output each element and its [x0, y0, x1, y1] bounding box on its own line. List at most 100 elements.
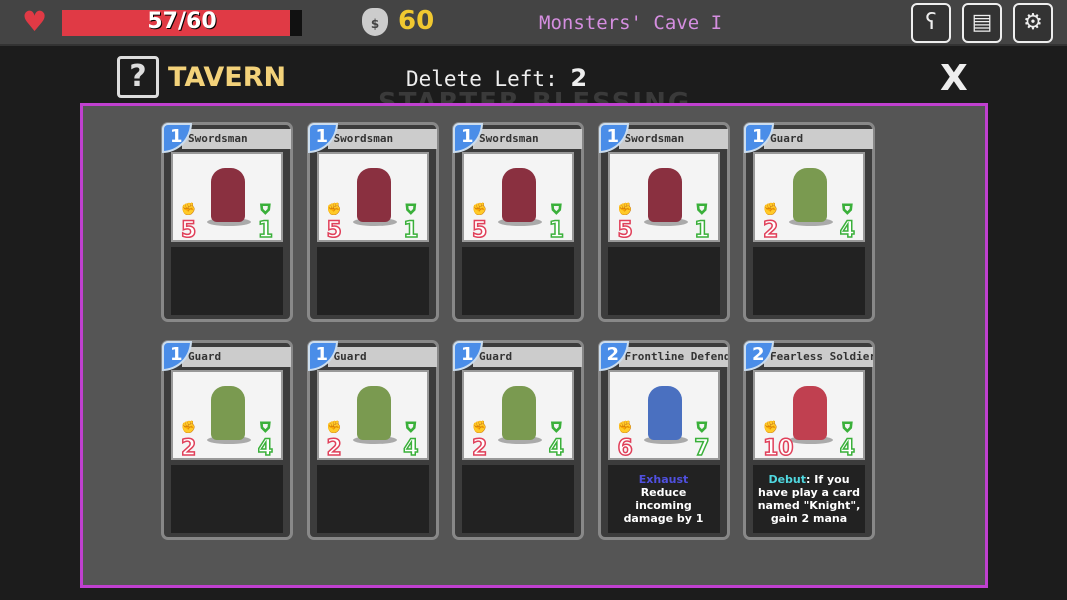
hp-bar: 57/60 — [62, 10, 302, 36]
card[interactable]: Swordsman 1 ✊ 5 ⛉ 1 — [161, 122, 293, 322]
attack-value: 5 — [617, 218, 634, 243]
defense-stat: ⛉ 4 — [548, 416, 565, 461]
card-panel: Swordsman 1 ✊ 5 ⛉ 1 Swordsman 1 ✊ 5 ⛉ 1 Swor… — [80, 103, 988, 588]
character-sprite — [647, 168, 682, 222]
card-name: Swordsman — [327, 129, 437, 149]
help-button[interactable]: ? — [117, 56, 159, 98]
deck-icon: ▤ — [971, 10, 993, 35]
card-description — [462, 247, 574, 315]
shield-icon: ⛉ — [260, 201, 271, 217]
card[interactable]: Frontline Defender 2 ✊6 ⛉7 ExhaustReduce… — [597, 340, 730, 540]
character-sprite — [647, 386, 682, 440]
gear-icon: ⚙ — [1023, 10, 1043, 35]
character-sprite — [502, 168, 536, 222]
fist-icon: ✊ — [326, 419, 342, 435]
attack-stat: ✊ 2 — [180, 416, 197, 461]
attack-stat: ✊ 2 — [471, 416, 488, 460]
fist-icon: ✊ — [326, 201, 342, 217]
attack-value: 5 — [471, 218, 488, 243]
card[interactable]: Fearless Soldier 2 ✊ 10 ⛉ 4 Debut: If you … — [743, 340, 875, 540]
defense-value: 4 — [257, 436, 274, 461]
attack-stat: ✊ 5 — [471, 198, 488, 243]
card[interactable]: Guard 1 ✊ 2 ⛉ 4 — [452, 340, 584, 540]
attack-stat: ✊ 10 — [762, 416, 794, 460]
shield-icon: ⛉ — [697, 201, 708, 217]
fist-icon: ✊ — [471, 419, 487, 435]
shield-icon: ⛉ — [551, 419, 562, 435]
close-button[interactable]: X — [940, 58, 968, 99]
attack-value: 2 — [762, 218, 779, 243]
defense-value: 1 — [257, 218, 274, 243]
fist-icon: ✊ — [762, 201, 778, 217]
character-sprite — [211, 386, 245, 440]
fist-icon: ✊ — [180, 201, 196, 217]
defense-value: 1 — [693, 218, 710, 243]
card-name: Fearless Soldier — [764, 347, 873, 367]
card-art: ✊ 2 ⛉ 4 — [171, 370, 283, 460]
attack-value: 2 — [180, 436, 197, 461]
attack-stat: ✊ 5 — [617, 198, 634, 243]
card-name: Guard — [327, 347, 437, 367]
fist-icon: ✊ — [471, 201, 487, 217]
character-sprite — [356, 168, 391, 222]
gold-amount: 60 — [398, 6, 435, 36]
card-name: Swordsman — [618, 129, 728, 149]
shield-icon: ⛉ — [697, 419, 708, 435]
defense-stat: ⛉ 1 — [402, 198, 419, 242]
defense-value: 4 — [548, 436, 565, 461]
defense-stat: ⛉ 4 — [257, 416, 274, 461]
defense-value: 7 — [693, 436, 710, 461]
page-title: TAVERN — [168, 62, 287, 93]
card-description — [316, 247, 429, 315]
character-sprite — [793, 168, 827, 222]
card[interactable]: Swordsman 1 ✊ 5 ⛉ 1 — [597, 122, 730, 322]
card-art: ✊ 5 ⛉ 1 — [171, 152, 283, 242]
card[interactable]: Guard 1 ✊ 2 ⛉ 4 — [743, 122, 875, 322]
delete-label: Delete Left: — [406, 67, 558, 91]
card[interactable]: Guard 1 ✊ 2 ⛉ 4 — [306, 340, 439, 540]
card-keyword: Exhaust — [638, 473, 689, 486]
fist-icon: ✊ — [180, 419, 196, 435]
shield-icon: ⛉ — [842, 419, 853, 435]
card-name: Frontline Defender — [618, 347, 728, 367]
delete-count: 2 — [570, 64, 588, 92]
card-art: ✊ 2 ⛉ 4 — [753, 152, 865, 242]
shield-icon: ⛉ — [406, 201, 417, 217]
card-art: ✊ 5 ⛉ 1 — [462, 152, 574, 242]
shield-icon: ⛉ — [551, 201, 562, 217]
defense-stat: ⛉ 1 — [693, 198, 710, 243]
card-name: Guard — [182, 347, 291, 367]
card[interactable]: Swordsman 1 ✊ 5 ⛉ 1 — [306, 122, 439, 322]
delete-left: Delete Left: 2 — [406, 64, 587, 92]
card[interactable]: Guard 1 ✊ 2 ⛉ 4 — [161, 340, 293, 540]
character-sprite — [356, 386, 391, 440]
attack-value: 5 — [180, 218, 197, 243]
location-name: Monsters' Cave I — [539, 12, 723, 34]
defense-value: 4 — [839, 218, 856, 243]
deck-button[interactable]: ▤ — [962, 3, 1002, 43]
shield-icon: ⛉ — [842, 201, 853, 217]
card-art: ✊ 10 ⛉ 4 — [753, 370, 865, 460]
defense-stat: ⛉ 4 — [839, 416, 856, 460]
defense-stat: ⛉ 7 — [693, 416, 710, 461]
shield-icon: ⛉ — [406, 419, 417, 435]
card-description — [316, 465, 429, 533]
character-sprite — [793, 386, 827, 440]
attack-stat: ✊ 5 — [326, 198, 343, 242]
character-sprite — [211, 168, 245, 222]
fist-icon: ✊ — [617, 419, 633, 435]
hp-text: 57/60 — [147, 9, 217, 34]
card[interactable]: Swordsman 1 ✊ 5 ⛉ 1 — [452, 122, 584, 322]
card-description — [753, 247, 865, 315]
card-text: Reduce incoming damage by 1 — [623, 486, 704, 525]
attack-stat: ✊ 2 — [762, 198, 779, 243]
card-description — [171, 247, 283, 315]
card-art: ✊ 2 ⛉ 4 — [462, 370, 574, 460]
heart-icon: ♥ — [22, 5, 48, 38]
card-art: ✊ 5 ⛉ 1 — [607, 152, 720, 243]
card-keyword: Debut — [768, 473, 807, 486]
card-description — [462, 465, 574, 533]
settings-button[interactable]: ⚙ — [1013, 3, 1053, 43]
money-bag-icon: $ — [362, 8, 388, 36]
ability-button[interactable]: ʕ — [911, 3, 951, 43]
